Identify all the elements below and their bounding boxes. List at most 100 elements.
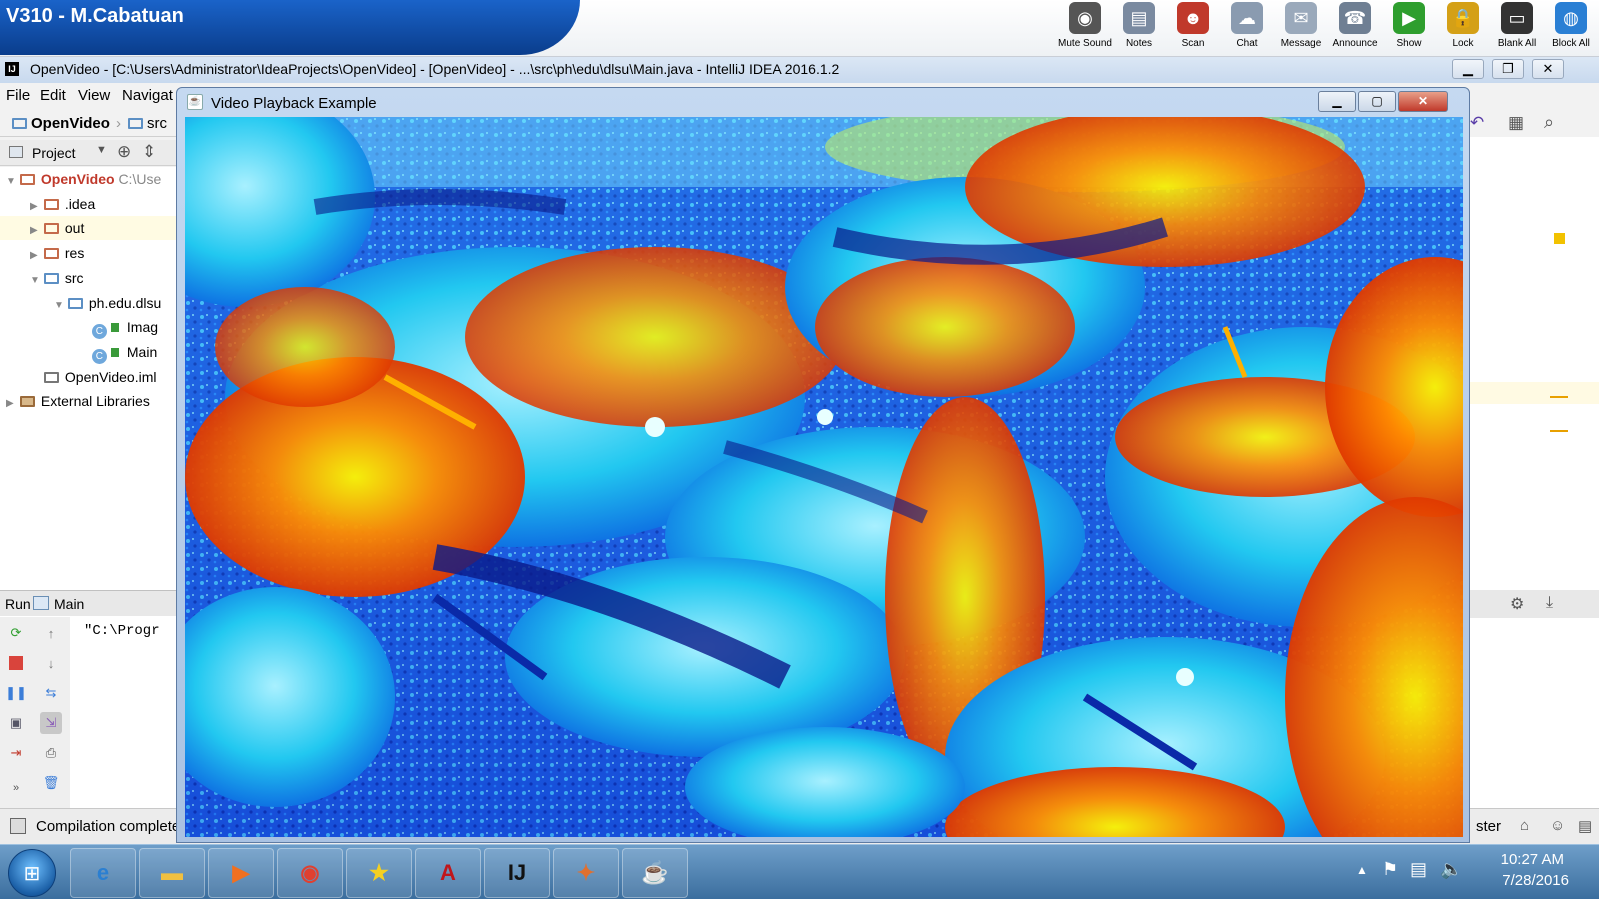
intellij-logo-icon: IJ: [5, 62, 19, 76]
undo-icon[interactable]: ↶: [1470, 113, 1484, 133]
intellij-icon[interactable]: IJ: [484, 848, 550, 898]
collapse-arrow-icon[interactable]: ▶: [30, 195, 40, 216]
expand-arrow-icon[interactable]: ▼: [30, 269, 40, 290]
expand-arrow-icon[interactable]: ▼: [54, 294, 64, 315]
tree-item-out[interactable]: ▶ out: [0, 216, 178, 241]
media-player-icon[interactable]: ▶: [208, 848, 274, 898]
video-close-button[interactable]: ✕: [1398, 91, 1448, 112]
session-title: V310 - M.Cabatuan: [0, 0, 580, 55]
camera-dump-icon[interactable]: ▣: [5, 712, 27, 734]
search-icon[interactable]: ⌕: [1544, 112, 1554, 133]
tool-chat-button[interactable]: ☁ Chat: [1223, 2, 1271, 54]
hide-panel-icon[interactable]: ⤓: [1546, 594, 1553, 612]
collapse-arrow-icon[interactable]: ▶: [30, 219, 40, 240]
scroll-to-end-icon[interactable]: ⇲: [40, 712, 62, 734]
video-maximize-button[interactable]: ▢: [1358, 91, 1396, 112]
tree-item-label: Main: [126, 343, 158, 360]
star-app-icon[interactable]: ★: [346, 848, 412, 898]
scroll-from-source-icon[interactable]: ⊕: [117, 142, 131, 162]
menu-edit[interactable]: Edit: [40, 87, 66, 104]
video-minimize-button[interactable]: ▁: [1318, 91, 1356, 112]
pause-icon[interactable]: ❚❚: [5, 682, 27, 704]
ide-close-button[interactable]: ✕: [1532, 59, 1564, 79]
chevron-down-icon[interactable]: ▼: [96, 144, 107, 156]
network-icon[interactable]: ▤: [1410, 859, 1427, 880]
tree-item-path: C:\Use: [118, 171, 162, 187]
run-console[interactable]: "C:\Progr: [70, 617, 180, 808]
lock-status-icon[interactable]: ⌂: [1520, 817, 1529, 834]
chrome-icon[interactable]: ◉: [277, 848, 343, 898]
soft-wrap-icon[interactable]: ⇆: [40, 682, 62, 704]
java-class-icon: C: [91, 324, 107, 340]
tool-notes-button[interactable]: ▤ Notes: [1115, 2, 1163, 54]
tool-scan-button[interactable]: ☻ Scan: [1169, 2, 1217, 54]
tree-item-label: .idea: [64, 195, 96, 212]
tree-item-idea[interactable]: ▶ .idea: [0, 192, 178, 216]
clock-time[interactable]: 10:27 AM: [1501, 851, 1564, 868]
volume-icon[interactable]: 🔈: [1440, 859, 1462, 880]
print-icon[interactable]: ⎙: [40, 742, 62, 764]
event-log-icon[interactable]: ▤: [1578, 817, 1592, 835]
clock-date[interactable]: 7/28/2016: [1502, 872, 1569, 889]
expand-arrow-icon[interactable]: ▼: [6, 170, 16, 191]
warning-marker-icon: [1554, 233, 1565, 244]
exit-icon[interactable]: ⇥: [5, 742, 27, 764]
inspector-icon[interactable]: ☺: [1550, 817, 1565, 834]
menu-file[interactable]: File: [6, 87, 30, 104]
down-arrow-icon[interactable]: ↓: [40, 652, 62, 674]
acrobat-icon[interactable]: A: [415, 848, 481, 898]
more-icon[interactable]: »: [5, 777, 27, 799]
collapse-arrow-icon[interactable]: ▶: [30, 244, 40, 265]
tool-mute-sound-button[interactable]: ◉ Mute Sound: [1058, 2, 1112, 54]
stop-icon[interactable]: [9, 656, 23, 670]
message-icon: ✉: [1285, 2, 1317, 34]
start-button[interactable]: ⊞: [8, 849, 56, 897]
menu-view[interactable]: View: [78, 87, 110, 104]
menu-navigate[interactable]: Navigat: [122, 87, 173, 104]
ide-restore-button[interactable]: ❐: [1492, 59, 1524, 79]
colorful-app-icon[interactable]: ✦: [553, 848, 619, 898]
trash-icon[interactable]: 🗑: [40, 772, 62, 794]
folder-icon: [43, 248, 59, 260]
action-center-icon[interactable]: ⚑: [1382, 859, 1398, 880]
run-config-name[interactable]: Main: [54, 596, 84, 612]
collapse-arrow-icon[interactable]: ▶: [6, 392, 16, 413]
java-icon[interactable]: ☕: [622, 848, 688, 898]
breadcrumb-project[interactable]: OpenVideo: [12, 115, 110, 132]
tree-item-imag[interactable]: C Imag: [0, 315, 178, 340]
tree-item-openvideo[interactable]: ▼ OpenVideo C:\Use: [0, 167, 178, 191]
collapse-all-icon[interactable]: ⇕: [142, 142, 156, 162]
tool-message-button[interactable]: ✉ Message: [1277, 2, 1325, 54]
false-color-gannets-image: [185, 117, 1463, 837]
rerun-icon[interactable]: ⟳: [5, 622, 27, 644]
tool-show-button[interactable]: ▶ Show: [1385, 2, 1433, 54]
breadcrumb-separator-icon: ›: [116, 115, 121, 132]
run-tab-label[interactable]: Run: [5, 596, 31, 612]
tool-label: Notes: [1125, 38, 1153, 49]
ide-minimize-button[interactable]: ▁: [1452, 59, 1484, 79]
vcs-branch-label[interactable]: ster: [1476, 818, 1501, 835]
tree-item-src[interactable]: ▼ src: [0, 266, 178, 290]
tree-item-res[interactable]: ▶ res: [0, 241, 178, 265]
tool-blank-all-button[interactable]: ▭ Blank All: [1493, 2, 1541, 54]
gear-icon[interactable]: ⚙: [1510, 594, 1524, 614]
tree-item-main[interactable]: C Main: [0, 340, 178, 364]
internet-explorer-icon[interactable]: e: [70, 848, 136, 898]
tree-item-external-libraries[interactable]: ▶ External Libraries: [0, 389, 178, 413]
up-arrow-icon[interactable]: ↑: [40, 622, 62, 644]
tool-lock-button[interactable]: 🔒 Lock: [1439, 2, 1487, 54]
project-folder-icon: [12, 118, 27, 129]
video-playback-window[interactable]: ☕ Video Playback Example ▁ ▢ ✕: [176, 87, 1470, 843]
chat-icon: ☁: [1231, 2, 1263, 34]
tree-item-ph-edu-dlsu[interactable]: ▼ ph.edu.dlsu: [0, 291, 178, 315]
show-hidden-icons-icon[interactable]: ▲: [1356, 863, 1368, 877]
tool-announce-button[interactable]: ☎ Announce: [1331, 2, 1379, 54]
project-view-selector[interactable]: Project: [32, 145, 76, 161]
project-structure-icon[interactable]: ▦: [1508, 113, 1524, 133]
breadcrumb-src[interactable]: src: [128, 115, 167, 132]
folder-icon: [43, 198, 59, 210]
file-explorer-icon[interactable]: ▬: [139, 848, 205, 898]
tree-item-openvideo-iml[interactable]: OpenVideo.iml: [0, 365, 178, 389]
tool-block-all-button[interactable]: ◍ Block All: [1547, 2, 1595, 54]
tool-windows-icon[interactable]: [10, 818, 26, 834]
